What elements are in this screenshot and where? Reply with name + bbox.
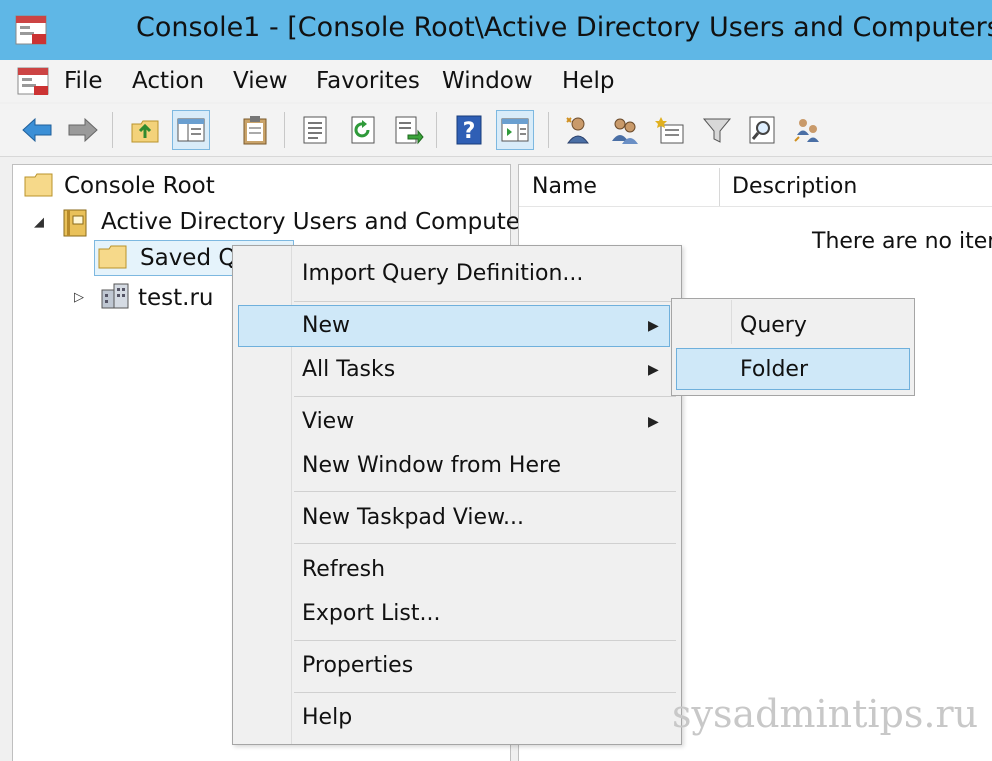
window-title: Console1 - [Console Root\Active Director… xyxy=(136,12,992,43)
menu-item-import-query[interactable]: Import Query Definition... xyxy=(302,261,583,286)
tree-item-domain[interactable]: test.ru xyxy=(138,285,214,311)
clipboard-icon[interactable] xyxy=(236,110,274,150)
submenu-item-folder[interactable]: Folder xyxy=(740,357,808,382)
column-header-name[interactable]: Name xyxy=(520,168,720,206)
expand-arrow-icon[interactable]: ▷ xyxy=(74,290,84,305)
menu-action[interactable]: Action xyxy=(132,68,204,94)
submenu-item-query[interactable]: Query xyxy=(740,313,807,338)
menu-separator xyxy=(294,491,676,492)
empty-list-message: There are no item xyxy=(812,229,992,254)
new-object-icon[interactable] xyxy=(652,110,690,150)
menu-item-all-tasks[interactable]: All Tasks xyxy=(302,357,395,382)
find-icon[interactable] xyxy=(744,110,782,150)
header-divider xyxy=(519,206,992,207)
toolbar-separator xyxy=(112,112,113,148)
domain-building-icon xyxy=(101,283,129,309)
export-list-icon[interactable] xyxy=(390,110,428,150)
folder-icon xyxy=(24,173,53,197)
toolbar-separator xyxy=(548,112,549,148)
submenu-arrow-icon: ▶ xyxy=(648,318,659,334)
menu-separator xyxy=(294,301,676,302)
menu-favorites[interactable]: Favorites xyxy=(316,68,420,94)
collapse-arrow-icon[interactable]: ◢ xyxy=(34,215,44,230)
filter-icon[interactable] xyxy=(698,110,736,150)
menu-separator xyxy=(294,692,676,693)
menu-item-refresh[interactable]: Refresh xyxy=(302,557,385,582)
menu-separator xyxy=(294,640,676,641)
menu-item-new-window[interactable]: New Window from Here xyxy=(302,453,561,478)
watermark: sysadmintips.ru xyxy=(672,692,979,736)
tree-item-console-root[interactable]: Console Root xyxy=(64,173,215,199)
menu-file[interactable]: File xyxy=(64,68,103,94)
menu-separator xyxy=(294,543,676,544)
refresh-icon[interactable] xyxy=(344,110,382,150)
menu-item-export-list[interactable]: Export List... xyxy=(302,601,440,626)
group-users-icon[interactable] xyxy=(790,110,828,150)
menu-item-help[interactable]: Help xyxy=(302,705,352,730)
toolbar-separator xyxy=(284,112,285,148)
menu-item-view[interactable]: View xyxy=(302,409,354,434)
mmc-app-icon[interactable] xyxy=(14,12,48,48)
show-action-pane-icon[interactable] xyxy=(496,110,534,150)
menu-separator xyxy=(294,396,676,397)
menu-help[interactable]: Help xyxy=(562,68,614,94)
svg-text:?: ? xyxy=(463,119,476,144)
folder-icon xyxy=(98,245,127,269)
users-icon[interactable] xyxy=(606,110,644,150)
menu-view[interactable]: View xyxy=(233,68,288,94)
toolbar-separator xyxy=(436,112,437,148)
document-icon[interactable] xyxy=(16,66,50,98)
properties-icon[interactable] xyxy=(296,110,334,150)
menu-window[interactable]: Window xyxy=(442,68,533,94)
aduc-book-icon xyxy=(63,209,87,237)
column-header-description[interactable]: Description xyxy=(720,168,992,206)
tree-item-aduc[interactable]: Active Directory Users and Computers xyxy=(101,209,541,235)
menu-item-new-taskpad[interactable]: New Taskpad View... xyxy=(302,505,524,530)
submenu-arrow-icon: ▶ xyxy=(648,414,659,430)
help-icon[interactable]: ? xyxy=(450,110,488,150)
submenu-arrow-icon: ▶ xyxy=(648,362,659,378)
back-arrow-icon[interactable] xyxy=(18,110,56,150)
up-folder-icon[interactable] xyxy=(126,110,164,150)
show-hide-tree-icon[interactable] xyxy=(172,110,210,150)
forward-arrow-icon[interactable] xyxy=(64,110,102,150)
menu-item-properties[interactable]: Properties xyxy=(302,653,413,678)
find-user-icon[interactable] xyxy=(560,110,598,150)
submenu-gutter xyxy=(731,300,732,344)
menu-item-new[interactable]: New xyxy=(302,313,350,338)
